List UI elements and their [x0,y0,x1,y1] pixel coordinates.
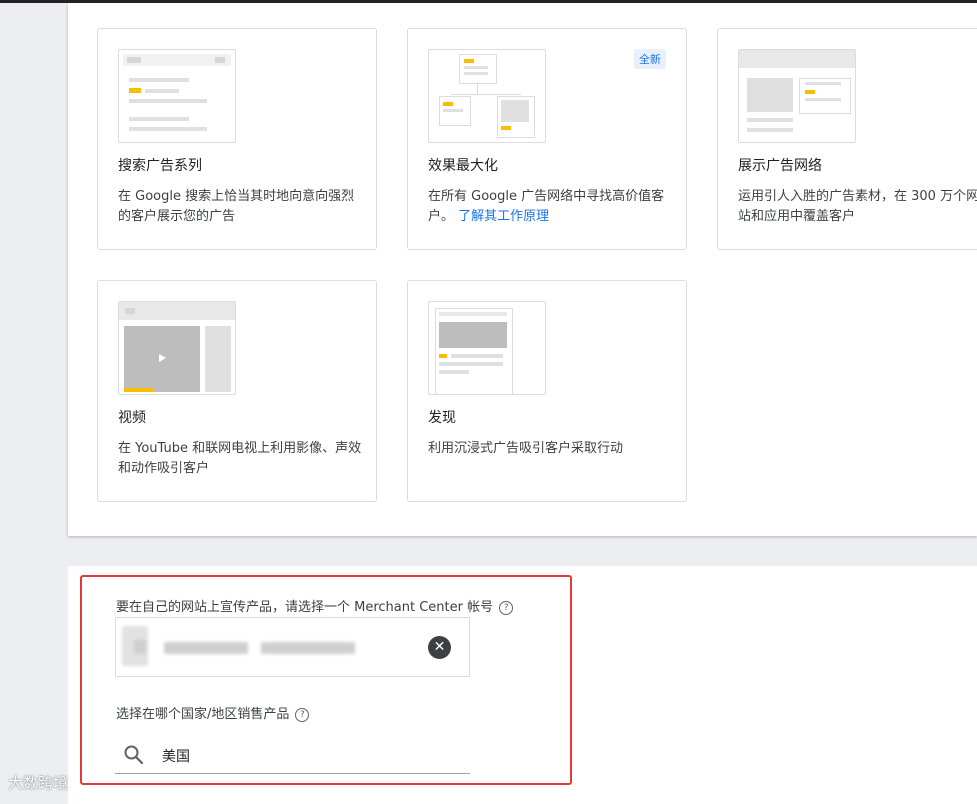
card-description: 在 Google 搜索上恰当其时地向意向强烈的客户展示您的广告 [118,189,355,224]
card-title: 搜索广告系列 [118,158,202,174]
video-thumbnail [118,301,236,395]
campaign-card-search[interactable]: 搜索广告系列 在 Google 搜索上恰当其时地向意向强烈的客户展示您的广告 [97,28,377,250]
card-title: 视频 [118,410,146,426]
campaign-card-video[interactable]: 视频 在 YouTube 和联网电视上利用影像、声效和动作吸引客户 [97,280,377,502]
new-badge: 全新 [634,49,666,69]
card-title: 展示广告网络 [738,158,822,174]
play-icon [159,354,166,362]
help-icon[interactable]: ? [499,600,514,615]
campaign-type-panel: 搜索广告系列 在 Google 搜索上恰当其时地向意向强烈的客户展示您的广告 全… [68,3,977,536]
campaign-card-discovery[interactable]: 发现 利用沉浸式广告吸引客户采取行动 [407,280,687,502]
card-title: 发现 [428,410,456,426]
display-thumbnail [738,49,856,143]
merchant-label: 要在自己的网站上宣传产品，请选择一个 Merchant Center 帐号? [116,596,514,615]
discovery-thumbnail [428,301,546,395]
campaign-card-performance-max[interactable]: 全新 效果最大化 在所有 Google 广告网络中寻找高价值客户。 了解其工作原… [407,28,687,250]
learn-how-it-works-link[interactable]: 了解其工作原理 [458,209,549,224]
search-icon [124,745,144,765]
card-description: 利用沉浸式广告吸引客户采取行动 [428,441,624,456]
help-icon[interactable]: ? [295,707,310,722]
performance-max-thumbnail [428,49,546,143]
card-description: 运用引人入胜的广告素材，在 300 万个网站和应用中覆盖客户 [738,189,977,224]
card-description: 在所有 Google 广告网络中寻找高价值客户。 了解其工作原理 [428,189,665,224]
clear-icon[interactable]: ✕ [428,636,451,659]
search-thumbnail [118,49,236,143]
campaign-card-display[interactable]: 展示广告网络 运用引人入胜的广告素材，在 300 万个网站和应用中覆盖客户 [717,28,977,250]
card-title: 效果最大化 [428,158,498,174]
country-label: 选择在哪个国家/地区销售产品? [116,703,310,722]
country-value: 美国 [162,749,190,765]
card-description: 在 YouTube 和联网电视上利用影像、声效和动作吸引客户 [118,441,362,476]
watermark: 大数跨境 [8,774,69,792]
merchant-account-field[interactable] [115,617,470,677]
country-search-input[interactable]: 美国 [115,738,470,774]
